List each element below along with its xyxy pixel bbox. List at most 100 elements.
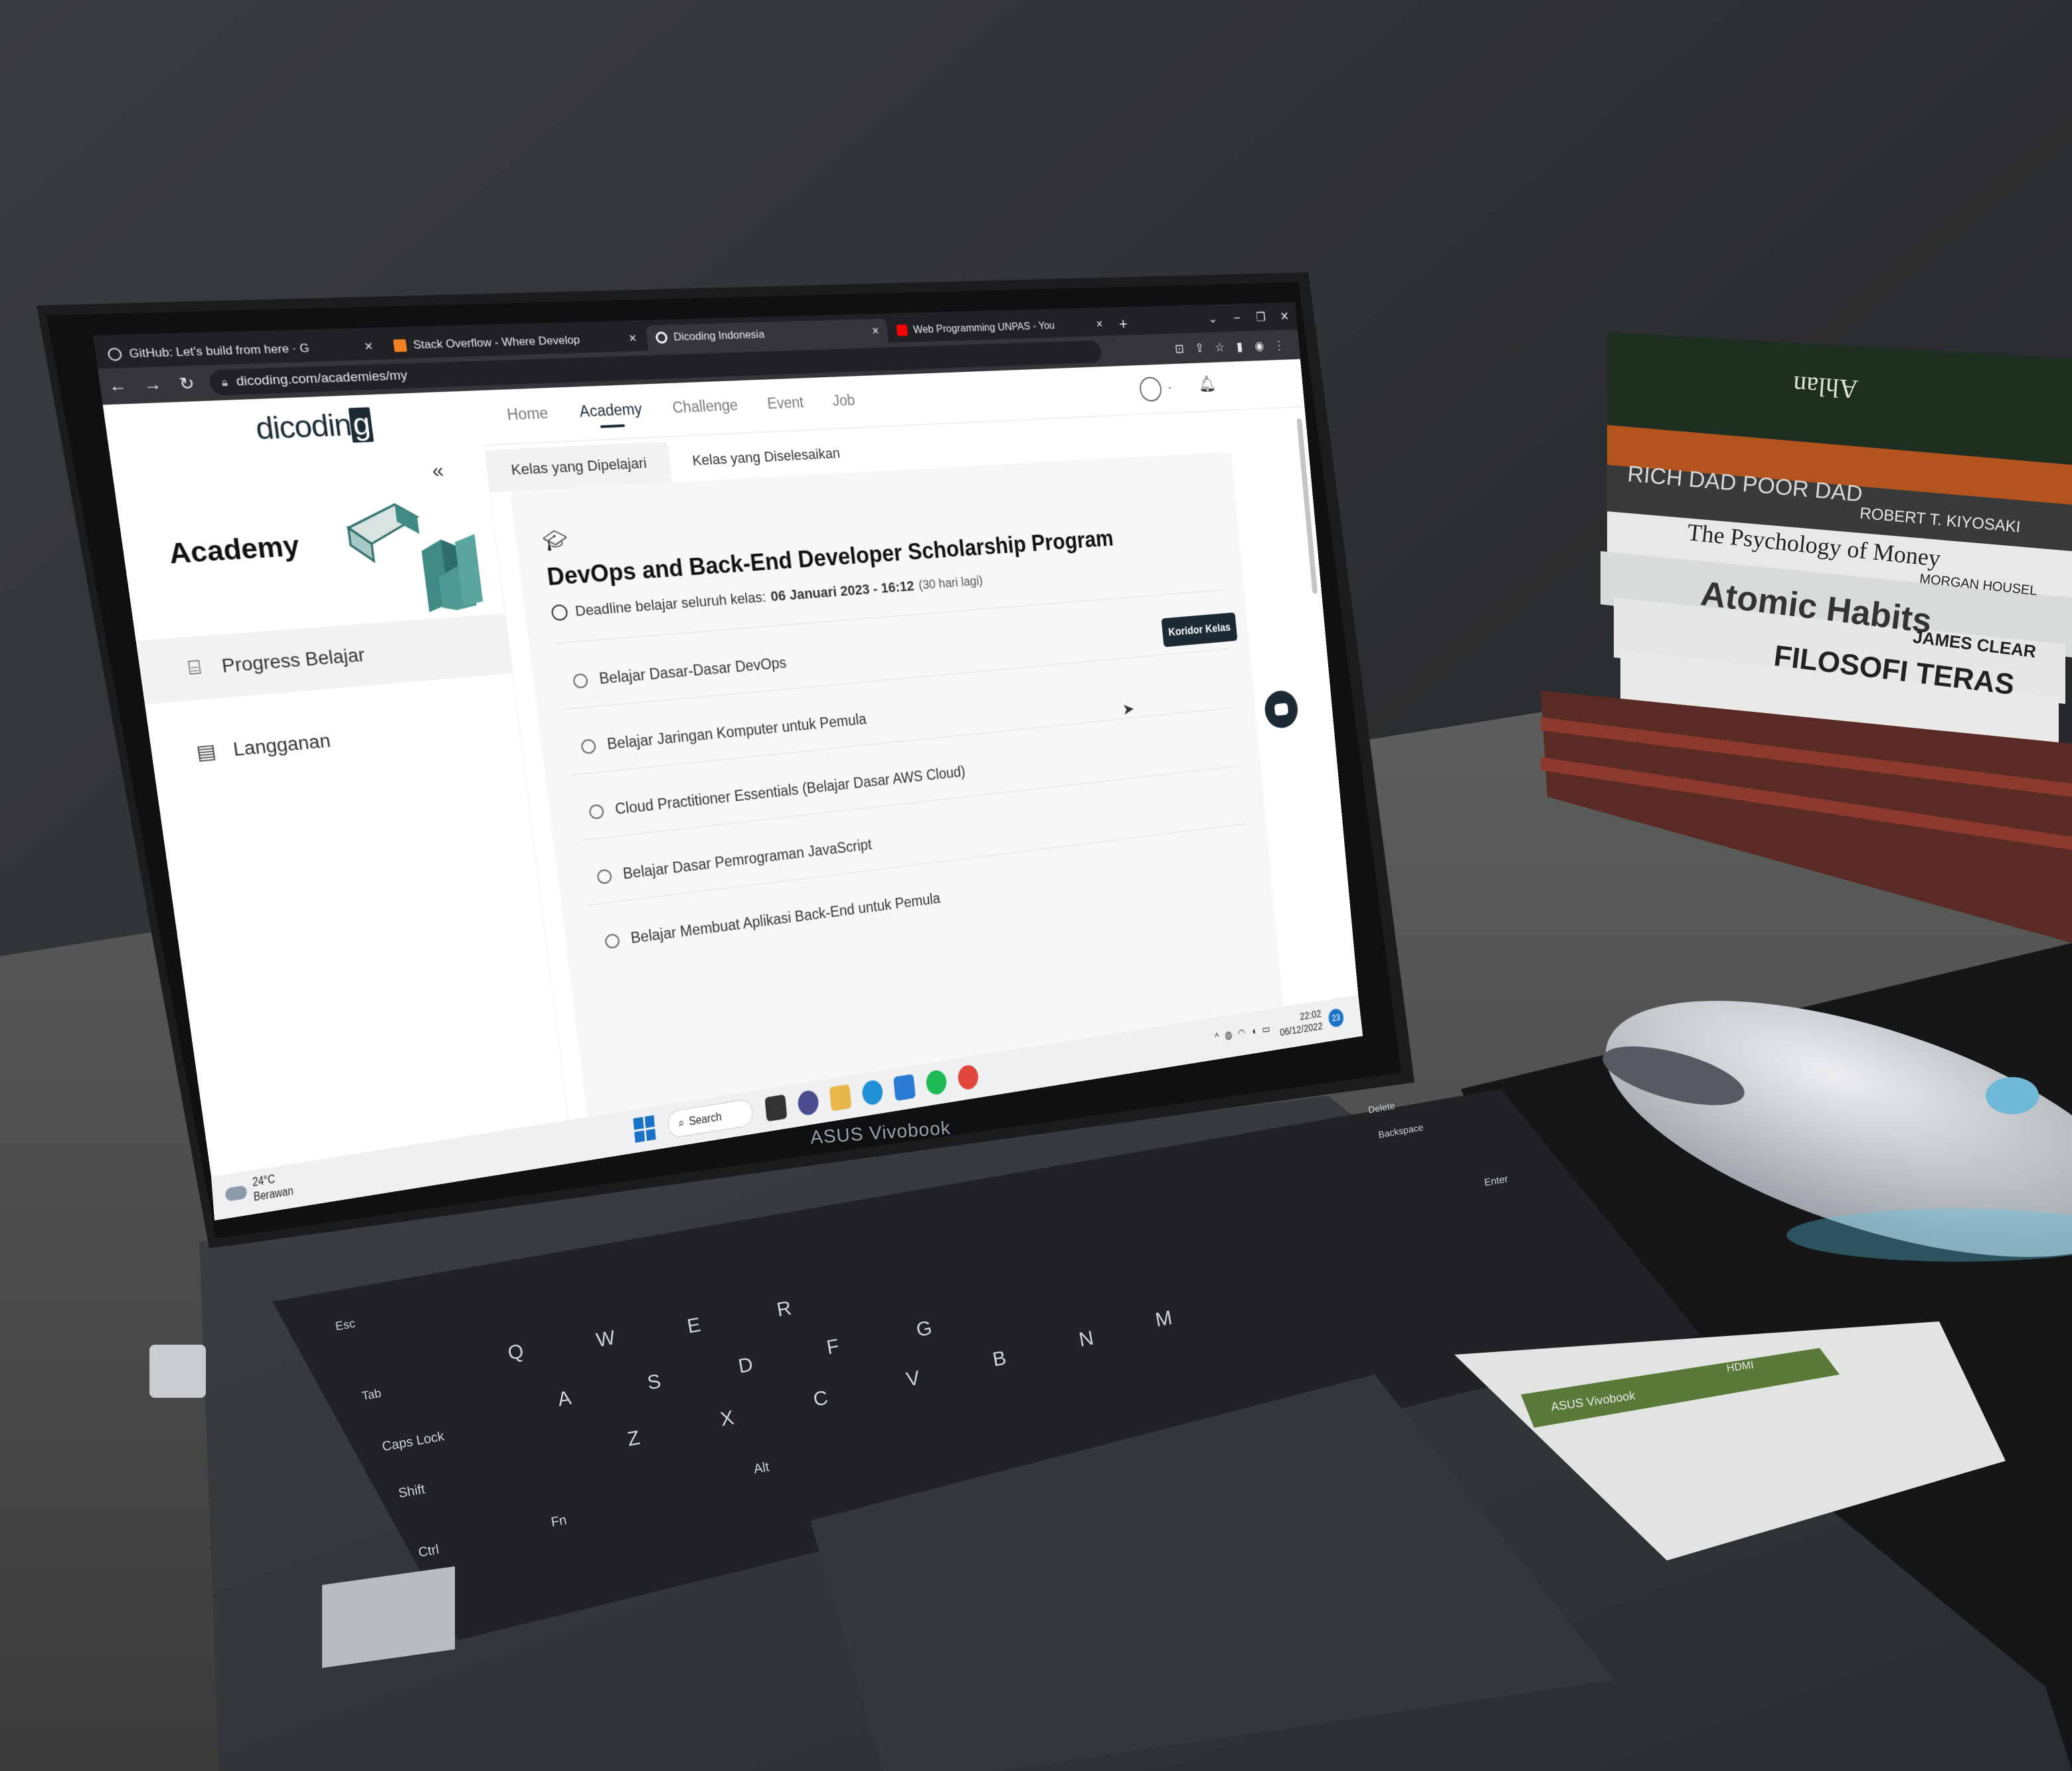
logo-mark: g <box>348 407 374 443</box>
radio-icon <box>596 868 613 885</box>
profile-icon[interactable]: ◉ <box>1249 338 1270 354</box>
wifi-icon[interactable]: ◠ <box>1237 1026 1246 1039</box>
dicoding-icon <box>655 331 668 344</box>
deadline-date: 06 Januari 2023 - 16:12 <box>770 578 915 605</box>
github-icon <box>107 347 123 361</box>
clock-icon <box>551 604 568 622</box>
tab-label: GitHub: Let's build from here · G <box>128 341 310 361</box>
deadline-remaining: (30 hari lagi) <box>918 573 984 592</box>
notification-badge[interactable]: 23 <box>1328 1007 1345 1029</box>
vscode-icon[interactable] <box>893 1074 916 1102</box>
photo-scene: ASUS Vivobook Esc Q W E R A S D F G Z X … <box>0 0 2072 1771</box>
weather-widget[interactable]: 24°C Berawan <box>224 1170 294 1210</box>
nav-event[interactable]: Event <box>766 394 804 413</box>
logo-text: dicodin <box>253 408 353 447</box>
radio-icon <box>572 673 589 689</box>
deadline-label: Deadline belajar seluruh kelas: <box>574 588 767 620</box>
star-icon[interactable]: ☆ <box>1209 339 1230 355</box>
taskbar-search[interactable]: ⌕ Search <box>667 1098 754 1139</box>
cloud-icon <box>224 1185 248 1202</box>
file-explorer-icon[interactable] <box>829 1084 852 1112</box>
bell-icon[interactable]: 🔔︎ <box>1197 375 1217 394</box>
learning-path-title: DevOps and Back-End Developer Scholarshi… <box>545 525 1115 591</box>
chat-app-icon[interactable] <box>797 1089 820 1117</box>
restore-icon[interactable]: ❐ <box>1249 309 1274 325</box>
windows-start-icon[interactable] <box>633 1115 656 1143</box>
key-fn: Fn <box>550 1513 568 1530</box>
book-title-ahlan: Ahlan <box>1792 370 1859 405</box>
radio-icon <box>588 803 605 819</box>
course-item[interactable]: Belajar Dasar Pemrograman JavaScript <box>596 836 873 886</box>
course-title: Belajar Membuat Aplikasi Back-End untuk … <box>630 890 941 947</box>
chevron-down-icon[interactable]: ⌄ <box>1166 381 1173 392</box>
tray-app-icon[interactable]: ◍ <box>1224 1028 1233 1042</box>
stack-overflow-icon <box>392 339 408 353</box>
course-title: Belajar Jaringan Komputer untuk Pemula <box>606 711 867 753</box>
menu-icon[interactable]: ⋮ <box>1268 337 1289 353</box>
chat-button[interactable] <box>1263 689 1300 730</box>
main-nav: Home Academy Challenge Event Job <box>506 390 885 424</box>
close-icon[interactable]: × <box>871 323 880 338</box>
battery-icon[interactable]: ▭ <box>1261 1022 1270 1036</box>
document-icon: ▤ <box>195 740 218 764</box>
spotify-icon[interactable] <box>925 1068 948 1096</box>
back-icon[interactable]: ← <box>99 375 137 396</box>
academy-illustration <box>335 473 483 612</box>
volume-icon[interactable]: ◖ <box>1251 1025 1257 1037</box>
sidebar-title: Academy <box>167 531 302 570</box>
key-alt: Alt <box>752 1460 770 1477</box>
nav-challenge[interactable]: Challenge <box>671 396 738 417</box>
course-item[interactable]: Belajar Membuat Aplikasi Back-End untuk … <box>604 890 941 950</box>
radio-icon <box>604 932 620 949</box>
tab-label: Web Programming UNPAS - You <box>912 319 1055 336</box>
mouse-logo-icon <box>1986 1077 2039 1114</box>
search-label: Search <box>688 1109 723 1129</box>
task-view-icon[interactable] <box>764 1094 788 1122</box>
chat-icon <box>1274 703 1289 717</box>
course-item[interactable]: Cloud Practitioner Essentials (Belajar D… <box>588 763 966 821</box>
url-text: dicoding.com/academies/my <box>235 368 408 389</box>
tab-search-icon[interactable]: ⌄ <box>1200 311 1226 327</box>
close-icon[interactable]: × <box>1096 317 1104 331</box>
main-content: Kelas yang Dipelajari Kelas yang Diseles… <box>483 406 1358 1122</box>
course-title: Belajar Dasar Pemrograman JavaScript <box>622 836 873 883</box>
share-icon[interactable]: ⇪ <box>1189 340 1210 356</box>
key-w: W <box>594 1326 617 1352</box>
forward-icon[interactable]: → <box>133 375 171 396</box>
chrome-icon[interactable] <box>956 1064 980 1091</box>
mouse-cursor-icon: ➤ <box>1121 699 1136 718</box>
nav-home[interactable]: Home <box>506 404 549 424</box>
side-panel-icon[interactable]: ▮ <box>1229 339 1251 355</box>
close-icon[interactable]: × <box>628 331 638 346</box>
progress-icon: ⌸ <box>187 655 203 679</box>
tab-label: Dicoding Indonesia <box>673 327 765 343</box>
radio-icon <box>580 738 597 754</box>
edge-icon[interactable] <box>861 1078 884 1106</box>
sidebar-item-langganan[interactable]: ▤ Langganan <box>148 693 523 789</box>
lock-icon: 🔒︎ <box>220 376 228 389</box>
search-icon: ⌕ <box>677 1115 685 1130</box>
sidebar-item-progress[interactable]: ⌸ Progress Belajar <box>135 613 513 705</box>
clock[interactable]: 22:02 06/12/2022 <box>1278 1008 1323 1040</box>
avatar[interactable] <box>1138 377 1163 402</box>
learning-path-card: 🎓︎ DevOps and Back-End Developer Scholar… <box>509 452 1284 1122</box>
window-controls: ⌄ – ❐ ✕ <box>1199 302 1298 333</box>
usb-dongle <box>149 1345 206 1398</box>
tray-chevron-icon[interactable]: ^ <box>1215 1031 1220 1043</box>
minimize-icon[interactable]: – <box>1224 310 1249 325</box>
new-tab-button[interactable]: + <box>1118 311 1129 335</box>
reload-icon[interactable]: ↻ <box>168 373 205 394</box>
dicoding-logo[interactable]: dicoding <box>254 407 374 447</box>
toolbar-icons: ⊡ ⇪ ☆ ▮ ◉ ⋮ <box>1169 337 1290 357</box>
course-item[interactable]: Belajar Dasar-Dasar DevOps <box>572 654 788 690</box>
sidebar-item-label: Langganan <box>232 730 332 760</box>
nav-job[interactable]: Job <box>831 392 855 410</box>
close-icon[interactable]: × <box>364 339 374 355</box>
window-close-icon[interactable]: ✕ <box>1272 308 1297 323</box>
youtube-icon <box>896 324 908 337</box>
nav-academy[interactable]: Academy <box>578 400 643 421</box>
tab-label: Stack Overflow - Where Develop <box>412 333 581 352</box>
course-title: Belajar Dasar-Dasar DevOps <box>598 654 788 687</box>
translate-icon[interactable]: ⊡ <box>1169 341 1191 357</box>
sidebar-item-label: Progress Belajar <box>220 644 367 677</box>
